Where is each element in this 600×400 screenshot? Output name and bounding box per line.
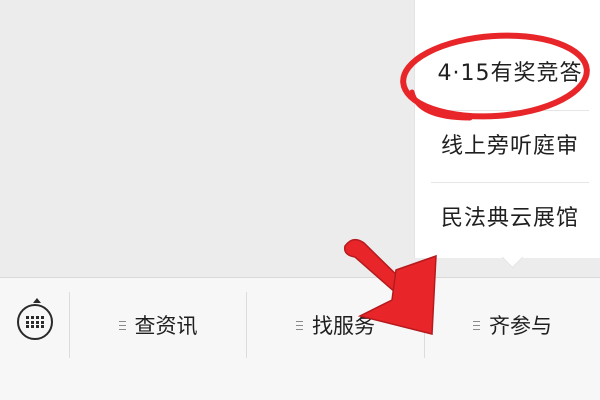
menu-item-civil-code-exhibition[interactable]: 民法典云展馆 [431,182,589,255]
menu-item-online-trial[interactable]: 线上旁听庭审 [431,110,589,183]
menu-news-label: 查资讯 [134,314,198,338]
hamburger-icon [296,320,303,330]
menu-item-quiz[interactable]: 4·15有奖竞答 [431,38,589,110]
chat-screen: 4·15有奖竞答 线上旁听庭审 民法典云展馆 查资讯 找服务 齐参与 [0,0,600,400]
hamburger-icon [473,320,480,330]
keyboard-keys [26,316,44,328]
submenu-popup: 4·15有奖竞答 线上旁听庭审 民法典云展馆 [414,0,600,258]
menu-news-button[interactable]: 查资讯 [70,292,246,358]
menu-participate-label: 齐参与 [489,314,552,338]
menu-services-label: 找服务 [312,314,375,338]
bottom-menu-bar: 查资讯 找服务 齐参与 [0,277,600,400]
keyboard-icon[interactable] [17,298,53,340]
menu-participate-button[interactable]: 齐参与 [425,292,600,358]
menu-services-button[interactable]: 找服务 [247,292,424,358]
hamburger-icon [118,320,126,330]
